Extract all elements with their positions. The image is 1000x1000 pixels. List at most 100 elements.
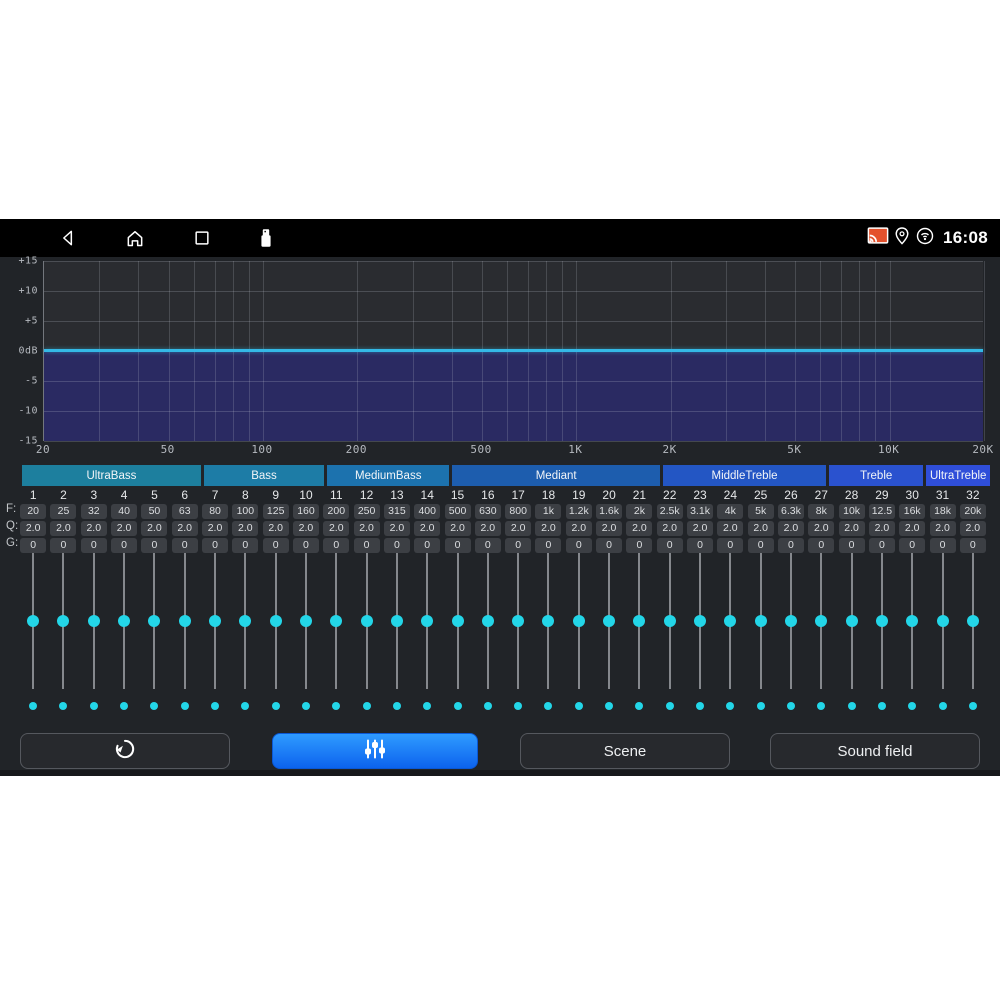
band-q-chip[interactable]: 2.0 [566, 521, 592, 536]
band-gain-chip[interactable]: 0 [566, 538, 592, 553]
slider-thumb[interactable] [27, 615, 39, 627]
slider-thumb[interactable] [209, 615, 221, 627]
band-gain-chip[interactable]: 0 [748, 538, 774, 553]
band-slider[interactable] [685, 553, 715, 689]
band-gain-chip[interactable]: 0 [687, 538, 713, 553]
slider-thumb[interactable] [300, 615, 312, 627]
recents-icon[interactable] [192, 228, 212, 248]
band-q-chip[interactable]: 2.0 [869, 521, 895, 536]
band-frequency-chip[interactable]: 20k [960, 504, 986, 519]
slider-thumb[interactable] [361, 615, 373, 627]
band-q-chip[interactable]: 2.0 [505, 521, 531, 536]
band-q-chip[interactable]: 2.0 [839, 521, 865, 536]
band-slider[interactable] [958, 553, 988, 689]
band-slider[interactable] [897, 553, 927, 689]
band-group-ultratreble[interactable]: UltraTreble [926, 465, 990, 486]
band-q-chip[interactable]: 2.0 [263, 521, 289, 536]
band-q-chip[interactable]: 2.0 [354, 521, 380, 536]
band-frequency-chip[interactable]: 400 [414, 504, 440, 519]
band-frequency-chip[interactable]: 630 [475, 504, 501, 519]
band-frequency-chip[interactable]: 10k [839, 504, 865, 519]
slider-thumb[interactable] [391, 615, 403, 627]
band-slider[interactable] [170, 553, 200, 689]
band-frequency-chip[interactable]: 32 [81, 504, 107, 519]
band-slider[interactable] [230, 553, 260, 689]
slider-thumb[interactable] [512, 615, 524, 627]
band-slider[interactable] [412, 553, 442, 689]
slider-thumb[interactable] [239, 615, 251, 627]
slider-thumb[interactable] [421, 615, 433, 627]
slider-thumb[interactable] [482, 615, 494, 627]
band-slider[interactable] [139, 553, 169, 689]
slider-thumb[interactable] [270, 615, 282, 627]
band-group-mediant[interactable]: Mediant [452, 465, 660, 486]
band-gain-chip[interactable]: 0 [869, 538, 895, 553]
band-gain-chip[interactable]: 0 [323, 538, 349, 553]
band-gain-chip[interactable]: 0 [475, 538, 501, 553]
band-frequency-chip[interactable]: 50 [141, 504, 167, 519]
slider-thumb[interactable] [573, 615, 585, 627]
band-gain-chip[interactable]: 0 [354, 538, 380, 553]
slider-thumb[interactable] [633, 615, 645, 627]
band-slider[interactable] [836, 553, 866, 689]
band-slider[interactable] [564, 553, 594, 689]
band-gain-chip[interactable]: 0 [263, 538, 289, 553]
band-gain-chip[interactable]: 0 [657, 538, 683, 553]
band-gain-chip[interactable]: 0 [20, 538, 46, 553]
band-q-chip[interactable]: 2.0 [50, 521, 76, 536]
band-gain-chip[interactable]: 0 [960, 538, 986, 553]
band-q-chip[interactable]: 2.0 [626, 521, 652, 536]
band-slider[interactable] [776, 553, 806, 689]
home-icon[interactable] [124, 228, 146, 248]
band-slider[interactable] [200, 553, 230, 689]
band-frequency-chip[interactable]: 4k [717, 504, 743, 519]
band-slider[interactable] [594, 553, 624, 689]
band-gain-chip[interactable]: 0 [111, 538, 137, 553]
band-frequency-chip[interactable]: 2k [626, 504, 652, 519]
band-frequency-chip[interactable]: 40 [111, 504, 137, 519]
band-frequency-chip[interactable]: 200 [323, 504, 349, 519]
slider-thumb[interactable] [694, 615, 706, 627]
slider-thumb[interactable] [88, 615, 100, 627]
band-slider[interactable] [321, 553, 351, 689]
band-gain-chip[interactable]: 0 [293, 538, 319, 553]
band-gain-chip[interactable]: 0 [50, 538, 76, 553]
band-frequency-chip[interactable]: 1.2k [566, 504, 592, 519]
band-slider[interactable] [624, 553, 654, 689]
band-slider[interactable] [715, 553, 745, 689]
slider-thumb[interactable] [876, 615, 888, 627]
band-gain-chip[interactable]: 0 [141, 538, 167, 553]
reset-button[interactable] [20, 733, 230, 769]
hotspot-icon[interactable] [915, 226, 935, 251]
band-q-chip[interactable]: 2.0 [172, 521, 198, 536]
band-slider[interactable] [655, 553, 685, 689]
band-slider[interactable] [18, 553, 48, 689]
band-frequency-chip[interactable]: 16k [899, 504, 925, 519]
band-gain-chip[interactable]: 0 [172, 538, 198, 553]
band-frequency-chip[interactable]: 500 [445, 504, 471, 519]
band-gain-chip[interactable]: 0 [596, 538, 622, 553]
band-q-chip[interactable]: 2.0 [202, 521, 228, 536]
band-q-chip[interactable]: 2.0 [778, 521, 804, 536]
band-gain-chip[interactable]: 0 [81, 538, 107, 553]
band-frequency-chip[interactable]: 160 [293, 504, 319, 519]
band-slider[interactable] [79, 553, 109, 689]
band-gain-chip[interactable]: 0 [778, 538, 804, 553]
band-q-chip[interactable]: 2.0 [384, 521, 410, 536]
band-frequency-chip[interactable]: 12.5 [869, 504, 895, 519]
band-frequency-chip[interactable]: 18k [930, 504, 956, 519]
band-frequency-chip[interactable]: 3.1k [687, 504, 713, 519]
slider-thumb[interactable] [330, 615, 342, 627]
band-q-chip[interactable]: 2.0 [657, 521, 683, 536]
band-frequency-chip[interactable]: 1k [535, 504, 561, 519]
band-q-chip[interactable]: 2.0 [717, 521, 743, 536]
band-q-chip[interactable]: 2.0 [808, 521, 834, 536]
band-q-chip[interactable]: 2.0 [596, 521, 622, 536]
slider-thumb[interactable] [57, 615, 69, 627]
band-group-mediumbass[interactable]: MediumBass [327, 465, 449, 486]
band-gain-chip[interactable]: 0 [626, 538, 652, 553]
band-slider[interactable] [442, 553, 472, 689]
slider-thumb[interactable] [148, 615, 160, 627]
slider-thumb[interactable] [603, 615, 615, 627]
band-gain-chip[interactable]: 0 [505, 538, 531, 553]
